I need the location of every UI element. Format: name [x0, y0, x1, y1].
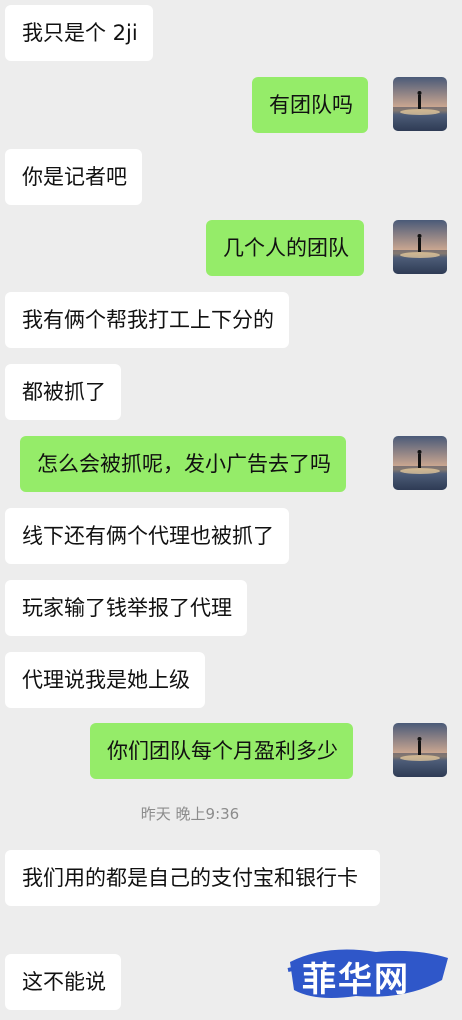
message-bubble-incoming[interactable]: 玩家输了钱举报了代理	[5, 580, 247, 636]
watermark-text: 菲华网	[302, 960, 410, 1000]
message-bubble-incoming[interactable]: 我们用的都是自己的支付宝和银行卡	[5, 850, 380, 906]
message-bubble-incoming[interactable]: 我只是个 2ji	[5, 5, 153, 61]
message-timestamp: 昨天 晚上9:36	[140, 805, 240, 823]
message-bubble-outgoing[interactable]: 有团队吗	[252, 77, 368, 133]
message-bubble-incoming[interactable]: 都被抓了	[5, 364, 121, 420]
user-avatar[interactable]	[393, 723, 447, 777]
user-avatar[interactable]	[393, 436, 447, 490]
message-bubble-incoming[interactable]: 我有俩个帮我打工上下分的	[5, 292, 289, 348]
message-bubble-incoming[interactable]: 你是记者吧	[5, 149, 142, 205]
message-bubble-outgoing[interactable]: 几个人的团队	[206, 220, 364, 276]
message-bubble-incoming[interactable]: 这不能说	[5, 954, 121, 1010]
message-bubble-incoming[interactable]: 代理说我是她上级	[5, 652, 205, 708]
user-avatar[interactable]	[393, 77, 447, 131]
message-bubble-outgoing[interactable]: 怎么会被抓呢，发小广告去了吗	[20, 436, 346, 492]
message-bubble-incoming[interactable]: 线下还有俩个代理也被抓了	[5, 508, 289, 564]
site-watermark-logo: 菲华网	[286, 940, 452, 1010]
user-avatar[interactable]	[393, 220, 447, 274]
chat-thread: 我只是个 2ji 有团队吗 你是记者吧 几个人的团队 我有俩个帮我打工上下分的 …	[0, 0, 462, 1020]
message-bubble-outgoing[interactable]: 你们团队每个月盈利多少	[90, 723, 353, 779]
